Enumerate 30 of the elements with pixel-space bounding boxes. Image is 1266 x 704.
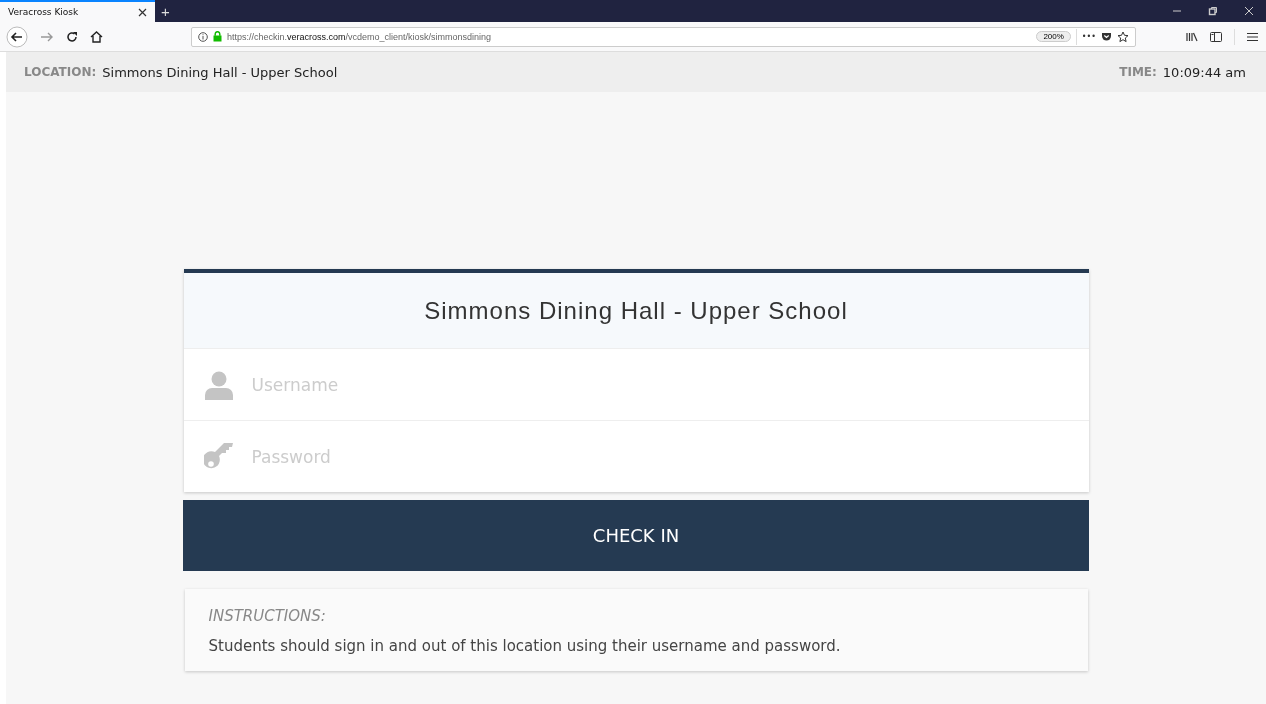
url-text: https://checkin.veracross.com/vcdemo_client/kiosk/simmonsdining [227,31,492,42]
instructions-text: Students should sign in and out of this location using their username and password. [208,637,842,655]
user-icon [203,369,234,400]
address-bar[interactable]: https://checkin.veracross.com/vcdemo_client/kiosk/simmonsdining 200% ••• [191,26,1136,47]
instructions-heading: INSTRUCTIONS: [208,607,327,625]
card-title: Simmons Dining Hall - Upper School [183,273,1089,349]
tab-title: Veracross Kiosk [8,7,79,17]
library-icon[interactable] [1186,31,1198,42]
bookmark-star-icon[interactable] [1117,30,1129,43]
new-tab-button[interactable]: + [155,0,176,22]
restore-icon[interactable] [1208,6,1218,16]
check-in-button[interactable]: CHECK IN [183,500,1089,571]
back-icon[interactable] [6,25,28,48]
browser-tab[interactable]: Veracross Kiosk [0,0,155,22]
time-value: 10:09:44 am [1162,64,1246,80]
home-icon[interactable] [90,30,103,43]
zoom-badge[interactable]: 200% [1036,31,1071,42]
sidebar-icon[interactable] [1210,31,1222,42]
forward-icon[interactable] [40,30,54,43]
info-icon[interactable] [198,31,208,42]
more-actions-button[interactable]: ••• [1081,32,1096,41]
menu-icon[interactable] [1247,31,1258,42]
lock-icon [213,31,222,42]
close-window-icon[interactable] [1244,6,1254,16]
time-label: TIME: [1119,65,1157,79]
close-icon[interactable] [138,7,147,17]
pocket-icon[interactable] [1101,31,1112,42]
reload-icon[interactable] [66,30,78,43]
location-label: LOCATION: [24,65,97,79]
location-name: Simmons Dining Hall - Upper School [102,64,338,80]
